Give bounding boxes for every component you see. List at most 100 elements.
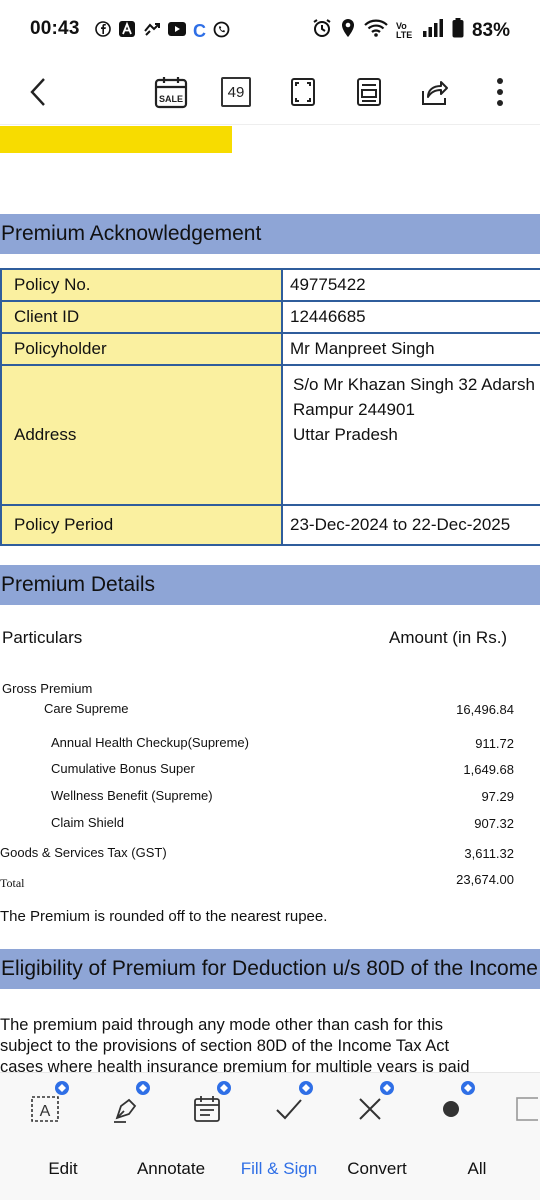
volte-icon: Vo LTE: [395, 21, 413, 40]
alarm-icon: [312, 18, 332, 44]
line-item-name: Claim Shield: [51, 815, 124, 830]
cross-icon: [359, 1098, 381, 1120]
line-item-amount: 911.72: [475, 736, 514, 751]
share-button[interactable]: [415, 72, 455, 112]
tab-fill-sign[interactable]: Fill & Sign: [229, 1159, 329, 1179]
pen-nib-icon: [114, 1098, 137, 1123]
bottom-tool-bar: A Edit Annotate Fill & Sign Convert All: [0, 1072, 540, 1200]
app-c-icon: C: [193, 21, 206, 41]
reading-mode-icon: [357, 78, 381, 106]
more-vertical-icon: [497, 78, 503, 106]
ack-section-title: Premium Acknowledgement: [0, 214, 540, 254]
address-label: Address: [0, 364, 283, 506]
app-arrow-icon: [143, 20, 161, 43]
tab-convert[interactable]: Convert: [327, 1159, 427, 1179]
highlight-strip: [0, 126, 232, 153]
facebook-icon: [95, 21, 111, 42]
line-item-name: Care Supreme: [44, 701, 129, 716]
dot-tool[interactable]: [429, 1081, 475, 1131]
policy-no-value: 49775422: [281, 268, 540, 302]
client-id-label: Client ID: [0, 300, 283, 334]
policyholder-value: Mr Manpreet Singh: [281, 332, 540, 366]
paragraph-line: cases where health insurance premium for…: [0, 1058, 470, 1072]
whatsapp-icon: [213, 21, 230, 43]
line-item-amount: 907.32: [474, 816, 514, 831]
policy-period-label: Policy Period: [0, 504, 283, 546]
fullscreen-icon: [291, 78, 315, 106]
amount-header: Amount (in Rs.): [389, 628, 508, 647]
premium-badge-icon: [136, 1081, 150, 1095]
checkmark-icon: [276, 1099, 302, 1120]
fullscreen-button[interactable]: [283, 72, 323, 112]
line-item-name: Annual Health Checkup(Supreme): [51, 735, 249, 750]
tab-all[interactable]: All: [427, 1159, 527, 1179]
dot-icon: [443, 1101, 459, 1117]
paragraph-line: The premium paid through any mode other …: [0, 1016, 443, 1034]
policy-info-table: Policy No. 49775422 Client ID 12446685 P…: [0, 268, 540, 546]
rounding-note: The Premium is rounded off to the neares…: [0, 908, 328, 925]
reading-mode-button[interactable]: [349, 72, 389, 112]
gst-amount: 3,611.32: [464, 846, 514, 861]
address-line: Uttar Pradesh: [293, 425, 398, 444]
rectangle-tool[interactable]: [508, 1087, 540, 1131]
page-count-button[interactable]: 49: [216, 72, 256, 112]
viewer-toolbar: SALE 49: [0, 62, 540, 125]
signature-pen-tool[interactable]: [104, 1081, 150, 1131]
line-item-amount: 97.29: [481, 789, 514, 804]
address-line: S/o Mr Khazan Singh 32 Adarsh: [293, 375, 535, 394]
notification-icons: C: [95, 20, 230, 43]
form-icon: [194, 1096, 220, 1122]
svg-text:A: A: [40, 1103, 51, 1120]
line-item-amount: 16,496.84: [456, 702, 514, 717]
address-line: Rampur 244901: [293, 400, 415, 419]
pdf-page[interactable]: Premium Acknowledgement Policy No. 49775…: [0, 126, 540, 1072]
total-label: Total: [0, 876, 25, 890]
line-item-amount: 1,649.68: [463, 762, 514, 777]
cross-mark-tool[interactable]: [348, 1081, 394, 1131]
policyholder-label: Policyholder: [0, 332, 283, 366]
eligibility-section-title: Eligibility of Premium for Deduction u/s…: [0, 949, 540, 989]
premium-badge-icon: [299, 1081, 313, 1095]
line-item-name: Wellness Benefit (Supreme): [51, 788, 213, 803]
checkmark-tool[interactable]: [267, 1081, 313, 1131]
signal-icon: [422, 19, 444, 43]
chevron-left-icon: [30, 78, 45, 106]
address-value: S/o Mr Khazan Singh 32 Adarsh Rampur 244…: [281, 364, 540, 506]
line-item-name: Cumulative Bonus Super: [51, 761, 195, 776]
more-options-button[interactable]: [480, 72, 520, 112]
sale-calendar-icon: SALE: [154, 77, 188, 109]
sale-button[interactable]: SALE: [151, 72, 191, 112]
clock: 00:43: [30, 18, 80, 39]
back-button[interactable]: [18, 72, 58, 112]
tab-annotate[interactable]: Annotate: [121, 1159, 221, 1179]
premium-badge-icon: [380, 1081, 394, 1095]
battery-percent: 83%: [471, 20, 510, 41]
tab-edit[interactable]: Edit: [13, 1159, 113, 1179]
battery-icon: [452, 18, 464, 44]
wifi-icon: [364, 19, 388, 43]
premium-badge-icon: [55, 1081, 69, 1095]
text-box-tool[interactable]: A: [23, 1081, 69, 1131]
premium-badge-icon: [461, 1081, 475, 1095]
location-icon: [340, 18, 356, 44]
form-tool[interactable]: [185, 1081, 231, 1131]
particulars-header: Particulars: [2, 628, 83, 647]
share-icon: [422, 81, 448, 105]
policy-period-value: 23-Dec-2024 to 22-Dec-2025: [281, 504, 540, 546]
total-amount: 23,674.00: [456, 872, 514, 887]
gst-label: Goods & Services Tax (GST): [0, 845, 167, 860]
gross-premium-label: Gross Premium: [2, 681, 93, 696]
client-id-value: 12446685: [281, 300, 540, 334]
premium-badge-icon: [217, 1081, 231, 1095]
rectangle-icon: [516, 1097, 538, 1121]
text-box-icon: A: [31, 1096, 59, 1122]
app-a-icon: [118, 20, 136, 43]
premium-section-title: Premium Details: [0, 565, 540, 605]
paragraph-line: subject to the provisions of section 80D…: [0, 1037, 450, 1055]
system-icons: Vo LTE 83%: [312, 18, 510, 44]
svg-text:SALE: SALE: [159, 94, 183, 104]
youtube-icon: [168, 22, 186, 41]
page-count: 49: [221, 77, 251, 107]
policy-no-label: Policy No.: [0, 268, 283, 302]
status-bar: 00:43 C Vo LTE 83%: [0, 0, 540, 62]
